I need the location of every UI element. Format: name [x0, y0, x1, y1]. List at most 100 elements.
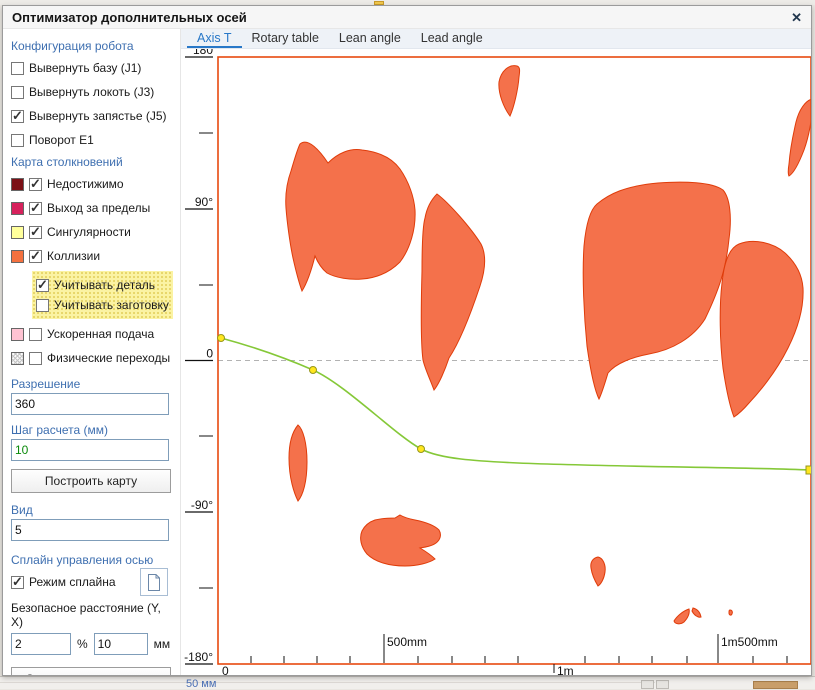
option-row: Вывернуть запястье (J5) — [11, 107, 174, 125]
option-row: Учитывать деталь — [36, 277, 169, 293]
build-map-button[interactable]: Построить карту — [11, 469, 171, 493]
background-splitter-button — [656, 680, 669, 689]
tab-rotary-table[interactable]: Rotary table — [242, 29, 329, 48]
tab-bar: Axis TRotary tableLean angleLead angle — [181, 29, 811, 49]
collision-region — [692, 608, 701, 617]
spline-mode-checkbox[interactable] — [11, 576, 24, 589]
option-label: Выход за пределы — [47, 201, 150, 215]
checkbox[interactable] — [11, 86, 24, 99]
axis-t-chart-svg[interactable]: 180 90° 0 -90° -180° 500mm 1m500mm 0 1m — [181, 49, 811, 675]
checkbox[interactable] — [36, 279, 49, 292]
collision-suboptions-box: Учитывать деталь Учитывать заготовку — [32, 271, 173, 319]
settings-sidebar: Конфигурация робота Вывернуть базу (J1) В… — [3, 29, 181, 675]
checkbox[interactable] — [29, 250, 42, 263]
collision-region — [729, 610, 732, 615]
option-label: Поворот E1 — [29, 133, 94, 147]
spline-mode-label: Режим сплайна — [29, 575, 116, 589]
option-row: Вывернуть локоть (J3) — [11, 83, 174, 101]
tab-lean-angle[interactable]: Lean angle — [329, 29, 411, 48]
create-auto-button[interactable]: Создать автоматически — [11, 667, 171, 675]
y-axis-label: -180° — [184, 650, 213, 664]
safe-distance-percent-input[interactable] — [11, 633, 71, 655]
section-robot-config: Конфигурация робота — [11, 39, 174, 53]
collision-region — [499, 66, 520, 116]
background-app-bottom-strip: 50 мм — [0, 676, 815, 689]
background-panel-fragment — [753, 681, 798, 689]
axis-optimizer-dialog: Оптимизатор дополнительных осей ✕ Конфиг… — [2, 5, 812, 676]
option-row: Учитывать заготовку — [36, 297, 169, 313]
safe-distance-label: Безопасное расстояние (Y, X) — [11, 601, 174, 629]
collision-map-chart[interactable]: 180 90° 0 -90° -180° 500mm 1m500mm 0 1m — [181, 49, 811, 675]
checkbox[interactable] — [29, 178, 42, 191]
checkbox[interactable] — [36, 299, 49, 312]
document-icon — [147, 574, 161, 591]
view-label: Вид — [11, 503, 174, 517]
checkbox[interactable] — [11, 110, 24, 123]
option-row: Физические переходы — [11, 349, 174, 367]
x-axis-label: 0 — [222, 664, 229, 675]
section-spline: Сплайн управления осью — [11, 553, 174, 567]
background-splitter-button — [641, 680, 654, 689]
background-divider — [0, 682, 655, 683]
dialog-titlebar[interactable]: Оптимизатор дополнительных осей ✕ — [3, 6, 811, 29]
spline-control-point[interactable] — [218, 335, 225, 342]
color-swatch — [11, 226, 24, 239]
checkbox[interactable] — [29, 328, 42, 341]
collision-region — [591, 557, 605, 586]
spline-file-button[interactable] — [140, 568, 168, 596]
percent-unit: % — [77, 637, 88, 651]
tab-axis-t[interactable]: Axis T — [187, 29, 242, 48]
mm-unit: мм — [154, 637, 171, 651]
checkbox[interactable] — [29, 226, 42, 239]
y-axis-label: 90° — [195, 195, 213, 209]
view-input[interactable] — [11, 519, 169, 541]
option-row: Выход за пределы — [11, 199, 174, 217]
collision-region — [674, 609, 689, 624]
option-row: Поворот E1 — [11, 131, 174, 149]
collision-region — [289, 425, 307, 501]
color-swatch — [11, 178, 24, 191]
y-axis-label: 180 — [193, 49, 213, 57]
collision-region — [788, 99, 811, 176]
option-row: Вывернуть базу (J1) — [11, 59, 174, 77]
section-collision-map: Карта столкновений — [11, 155, 174, 169]
option-label: Учитывать заготовку — [54, 298, 169, 312]
spline-control-point[interactable] — [418, 446, 425, 453]
y-axis-label: -90° — [191, 498, 213, 512]
safe-distance-mm-input[interactable] — [94, 633, 148, 655]
step-label: Шаг расчета (мм) — [11, 423, 174, 437]
checkbox[interactable] — [11, 62, 24, 75]
checkbox[interactable] — [29, 352, 42, 365]
spline-end-point[interactable] — [806, 466, 811, 474]
step-input[interactable] — [11, 439, 169, 461]
close-icon[interactable]: ✕ — [791, 11, 802, 24]
option-label: Коллизии — [47, 249, 100, 263]
collision-region — [286, 142, 415, 291]
x-axis-label: 500mm — [387, 635, 427, 649]
tab-lead-angle[interactable]: Lead angle — [411, 29, 493, 48]
resolution-input[interactable] — [11, 393, 169, 415]
checkbox[interactable] — [29, 202, 42, 215]
collision-region — [361, 515, 441, 566]
option-row: Ускоренная подача — [11, 325, 174, 343]
option-label: Учитывать деталь — [54, 278, 155, 292]
option-label: Вывернуть запястье (J5) — [29, 109, 167, 123]
collision-region — [583, 182, 730, 399]
option-label: Физические переходы — [47, 351, 170, 365]
color-swatch — [11, 250, 24, 263]
background-text-fragment: Новая — [392, 0, 426, 3]
x-axis-label: 1m500mm — [721, 635, 778, 649]
y-axis-label: 0 — [206, 347, 213, 361]
color-swatch — [11, 352, 24, 365]
option-label: Недостижимо — [47, 177, 124, 191]
checkbox[interactable] — [11, 134, 24, 147]
option-label: Сингулярности — [47, 225, 131, 239]
dialog-title: Оптимизатор дополнительных осей — [12, 10, 247, 25]
option-label: Вывернуть локоть (J3) — [29, 85, 154, 99]
resolution-label: Разрешение — [11, 377, 174, 391]
collision-region — [720, 241, 803, 417]
x-axis-label: 1m — [557, 664, 574, 675]
option-label: Вывернуть базу (J1) — [29, 61, 141, 75]
option-row: Недостижимо — [11, 175, 174, 193]
spline-control-point[interactable] — [310, 367, 317, 374]
